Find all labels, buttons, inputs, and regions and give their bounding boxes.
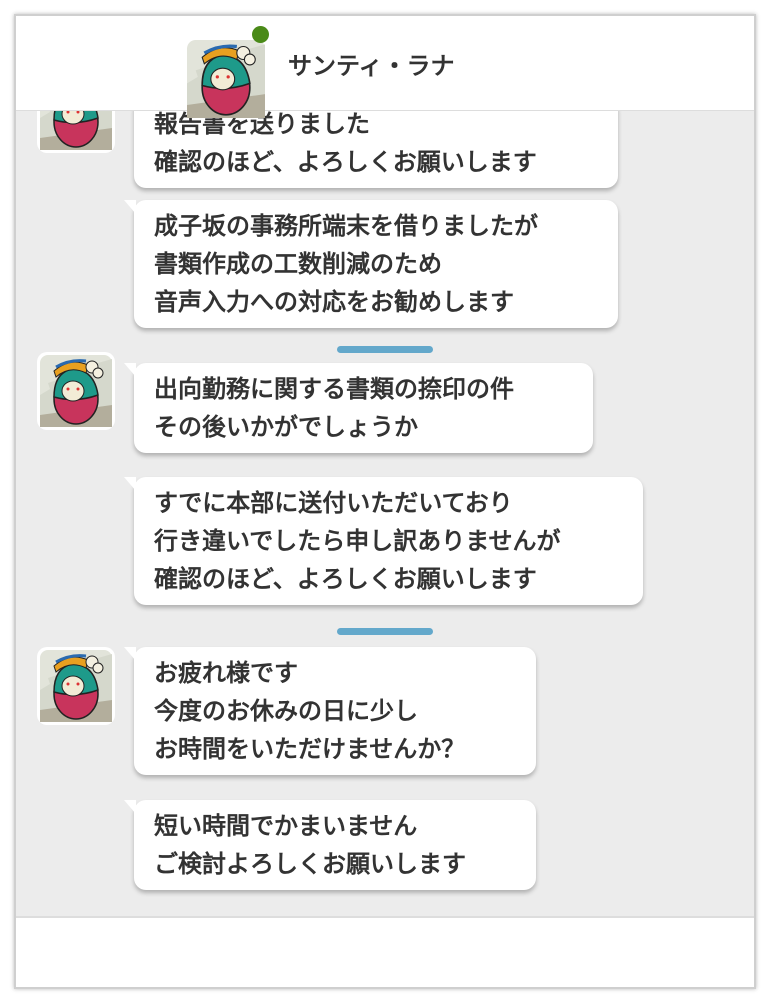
doll-avatar-icon xyxy=(186,40,266,118)
header-avatar[interactable] xyxy=(186,40,266,118)
message-bubble: 成子坂の事務所端末を借りましたが 書類作成の工数削減のため 音声入力への対応をお… xyxy=(124,200,618,328)
message-bubble: 出向勤務に関する書類の捺印の件 その後いかがでしょうか xyxy=(124,363,593,453)
chat-window: 報告書を送りました 確認のほど、よろしくお願いします 成子坂の事務所端末を借りま… xyxy=(14,14,756,989)
contact-avatar[interactable] xyxy=(37,647,115,725)
doll-avatar-icon xyxy=(40,650,112,722)
contact-avatar[interactable] xyxy=(37,352,115,430)
chat-header: サンティ・ラナ xyxy=(16,16,754,118)
doll-avatar-icon xyxy=(40,355,112,427)
message-group-divider xyxy=(337,346,433,353)
contact-name: サンティ・ラナ xyxy=(288,52,455,80)
message-group-divider xyxy=(337,628,433,635)
message-list[interactable]: 報告書を送りました 確認のほど、よろしくお願いします 成子坂の事務所端末を借りま… xyxy=(16,16,754,916)
message-bubble: すでに本部に送付いただいており 行き違いでしたら申し訳ありませんが 確認のほど、… xyxy=(124,477,643,605)
message-bubble: 短い時間でかまいません ご検討よろしくお願いします xyxy=(124,800,536,890)
chat-footer xyxy=(16,916,754,987)
message-bubble: お疲れ様です 今度のお休みの日に少し お時間をいただけませんか？ xyxy=(124,647,536,775)
online-status-icon xyxy=(252,26,269,43)
